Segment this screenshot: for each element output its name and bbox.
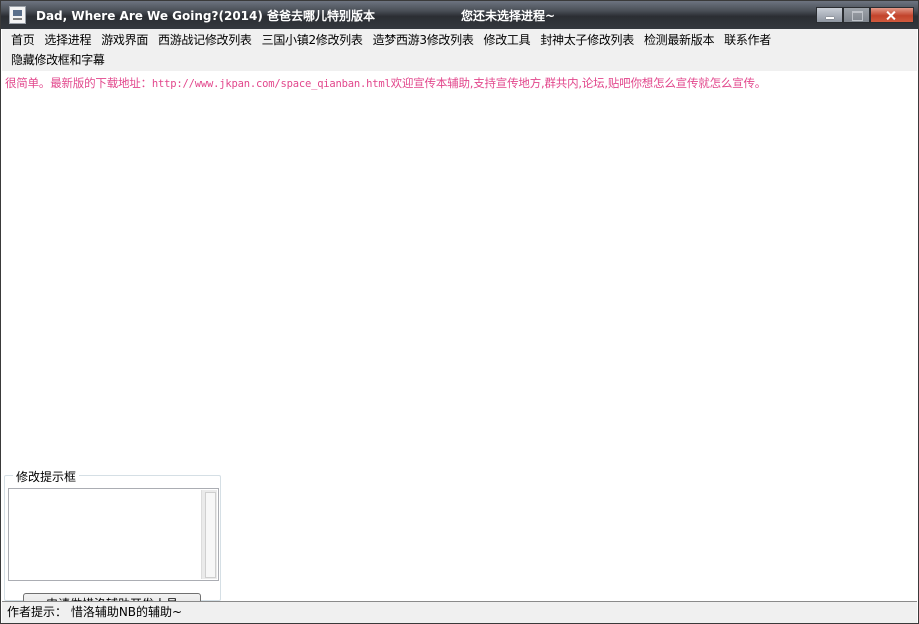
modify-hint-textarea[interactable] [8,488,219,581]
notice-prefix: 很简单。最新版的下载地址： [5,76,152,90]
download-url: http://www.jkpan.com/space_qianban.html [151,78,391,90]
close-icon[interactable] [870,7,914,23]
menu-item-zaomeng-xiyou3[interactable]: 造梦西游3修改列表 [368,30,479,50]
menu-item-game-interface[interactable]: 游戏界面 [96,30,153,50]
menu-item-contact-author[interactable]: 联系作者 [719,30,776,50]
menu-item-hide-panel[interactable]: 隐藏修改框和字幕 [6,50,110,70]
title-bar[interactable]: Dad, Where Are We Going?(2014) 爸爸去哪儿特别版本… [1,1,918,29]
menu-item-select-process[interactable]: 选择进程 [39,30,96,50]
caption-buttons [816,7,914,23]
maximize-icon [843,7,870,23]
textarea-scrollbar[interactable] [201,490,217,579]
menu-bar: 首页 选择进程 游戏界面 西游战记修改列表 三国小镇2修改列表 造梦西游3修改列… [2,29,917,71]
scrolling-notice: 很简单。最新版的下载地址：http://www.jkpan.com/space_… [5,75,915,91]
window-title: Dad, Where Are We Going?(2014) 爸爸去哪儿特别版本 [36,9,376,23]
notice-suffix: 欢迎宣传本辅助,支持宣传地方,群共内,论坛,贴吧你想怎么宣传就怎么宣传。 [390,76,767,90]
modify-hint-groupbox: 修改提示框 申请做惜洛辅助开发人员 [4,468,221,615]
groupbox-legend: 修改提示框 [13,468,80,485]
status-bar: 作者提示： 惜洛辅助NB的辅助~ [2,601,917,623]
menu-item-check-update[interactable]: 检测最新版本 [639,30,719,50]
menu-item-tools[interactable]: 修改工具 [479,30,536,50]
minimize-icon[interactable] [816,7,843,23]
process-status-title: 您还未选择进程~ [461,9,556,23]
menu-item-home[interactable]: 首页 [6,30,39,50]
menu-item-fengshen-taizi[interactable]: 封神太子修改列表 [535,30,639,50]
app-icon[interactable] [9,6,26,24]
menu-row-2: 隐藏修改框和字幕 [2,50,917,70]
menu-item-xiyou-zhanji[interactable]: 西游战记修改列表 [153,30,257,50]
menu-row-1: 首页 选择进程 游戏界面 西游战记修改列表 三国小镇2修改列表 造梦西游3修改列… [2,30,917,50]
app-window: Dad, Where Are We Going?(2014) 爸爸去哪儿特别版本… [0,0,919,624]
menu-item-sanguo-xiaozhen2[interactable]: 三国小镇2修改列表 [257,30,368,50]
